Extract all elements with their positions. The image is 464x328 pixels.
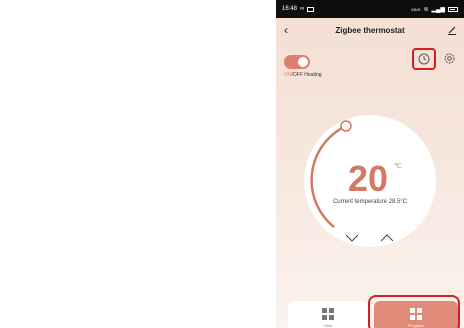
- tab-hold[interactable]: Hold: [288, 301, 368, 328]
- chevron-up-icon[interactable]: [380, 234, 394, 242]
- setpoint-value: 20: [348, 158, 389, 199]
- current-temperature: Current temperature 28.5°C: [276, 199, 464, 205]
- phone-screen: 16:48 ∞ KB/S ≋ ▂▄▆ ‹ Zigbee thermostat O…: [276, 0, 464, 328]
- dial-handle: [340, 120, 352, 132]
- current-temperature-label: Current temperature 28.5°C: [332, 199, 408, 205]
- setpoint-unit: ℃: [394, 163, 402, 170]
- tab-hold-label: Hold: [323, 323, 333, 328]
- chevron-down-icon[interactable]: [345, 234, 359, 242]
- program-highlight-box: [368, 295, 460, 328]
- grid-icon: [322, 308, 334, 320]
